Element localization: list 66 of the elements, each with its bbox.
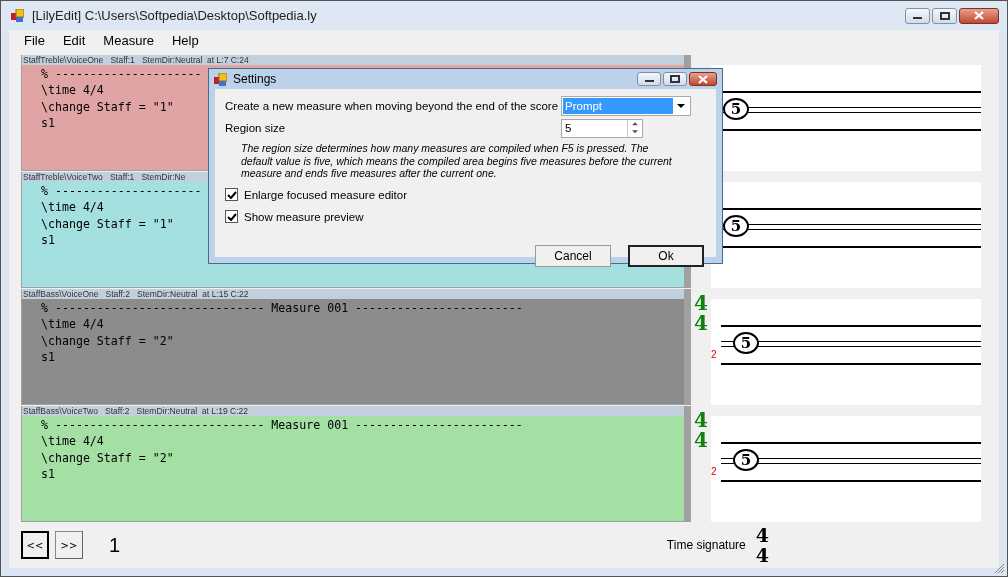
maximize-icon — [670, 75, 680, 83]
time-signature-digit: 4 — [694, 430, 708, 450]
code-line: \change Staff = "1" — [41, 215, 174, 232]
minimize-button[interactable] — [637, 72, 661, 86]
checkbox-label[interactable]: Show measure preview — [244, 210, 364, 223]
menu-item[interactable]: File — [15, 32, 54, 48]
code-line: % --------------------- — [41, 66, 202, 83]
code-line: % --------------------- — [41, 183, 202, 200]
editor-header: StaffBass\VoiceOne Staff:2 StemDir:Neutral at L:15 C:22 — [22, 289, 684, 299]
time-signature-digit: 4 — [694, 313, 708, 333]
code-editor[interactable]: % ------------------------------ Measure 001 ------------------------ \time 4/4 \change Staff = "2" s1 — [22, 416, 684, 521]
code-line: \time 4/4 — [41, 316, 104, 333]
time-signature-digit: 4 — [755, 525, 769, 545]
code-line: \change Staff = "2" — [41, 449, 174, 466]
checkbox-label[interactable]: Enlarge focused measure editor — [244, 188, 407, 201]
checkbox[interactable] — [225, 188, 238, 201]
time-signature-digit: 4 — [755, 545, 769, 565]
code-line: \change Staff = "1" — [41, 98, 174, 115]
maximize-icon — [939, 11, 950, 20]
resize-grip-icon — [993, 562, 1005, 574]
staff-number: 2 — [711, 349, 717, 360]
staff-number: 2 — [711, 466, 717, 477]
app-icon — [11, 9, 24, 22]
time-signature-label: Time signature — [666, 538, 746, 552]
measure-number: 1 — [109, 533, 121, 557]
close-button[interactable] — [689, 72, 717, 86]
dialog-button[interactable]: Ok — [628, 245, 704, 267]
window-title: [LilyEdit] C:\Users\Softpedia\Desktop\Softpedia.ly — [32, 8, 317, 23]
code-line: s1 — [41, 465, 55, 483]
clef-mark: 5 — [733, 332, 759, 354]
code-line: s1 — [41, 114, 55, 132]
code-line: % ------------------------------ Measure 001 ------------------------ — [41, 417, 523, 434]
next-button[interactable]: >> — [55, 531, 83, 559]
code-line: \time 4/4 — [41, 82, 104, 99]
code-line: s1 — [41, 348, 55, 366]
dropdown-arrow-icon — [677, 104, 685, 108]
code-line: % ------------------------------ Measure 001 ------------------------ — [41, 300, 523, 317]
maximize-button[interactable] — [663, 72, 687, 86]
code-line: s1 — [41, 231, 55, 249]
menu-item[interactable]: Help — [162, 32, 208, 48]
code-line: \time 4/4 — [41, 199, 104, 216]
app-icon — [214, 72, 227, 86]
time-signature-digit: 4 — [694, 410, 708, 430]
editor-header: StaffTreble\VoiceOne Staff:1 StemDir:Neutral at L:7 C:24 — [22, 55, 684, 65]
checkbox[interactable] — [225, 210, 238, 223]
field-label: Create a new measure when moving beyond the end of the score — [225, 100, 560, 112]
field-label: Region size — [225, 122, 287, 134]
clef-mark: 5 — [733, 449, 759, 471]
close-icon — [974, 11, 984, 20]
dialog-title: Settings — [233, 72, 277, 86]
editor-header: StaffBass\VoiceTwo Staff:2 StemDir:Neutral at L:19 C:22 — [22, 406, 684, 416]
clef-mark: 5 — [723, 215, 749, 237]
menu-item[interactable]: Edit — [53, 32, 95, 48]
maximize-button[interactable] — [932, 7, 957, 24]
code-editor[interactable]: % ------------------------------ Measure 001 ------------------------ \time 4/4 \change Staff = "2" s1 — [22, 299, 684, 404]
dialog-button[interactable]: Cancel — [535, 245, 611, 267]
previous-button[interactable]: << — [21, 531, 49, 559]
menu-item[interactable]: Measure — [94, 32, 163, 48]
time-signature-digit: 4 — [694, 293, 708, 313]
clef-mark: 5 — [723, 98, 749, 120]
minimize-button[interactable] — [905, 7, 930, 24]
close-button[interactable] — [959, 7, 999, 24]
code-line: \time 4/4 — [41, 433, 104, 450]
code-line: \change Staff = "2" — [41, 332, 174, 349]
close-icon — [698, 74, 708, 84]
region-size-spinner[interactable]: 5 — [561, 118, 643, 138]
